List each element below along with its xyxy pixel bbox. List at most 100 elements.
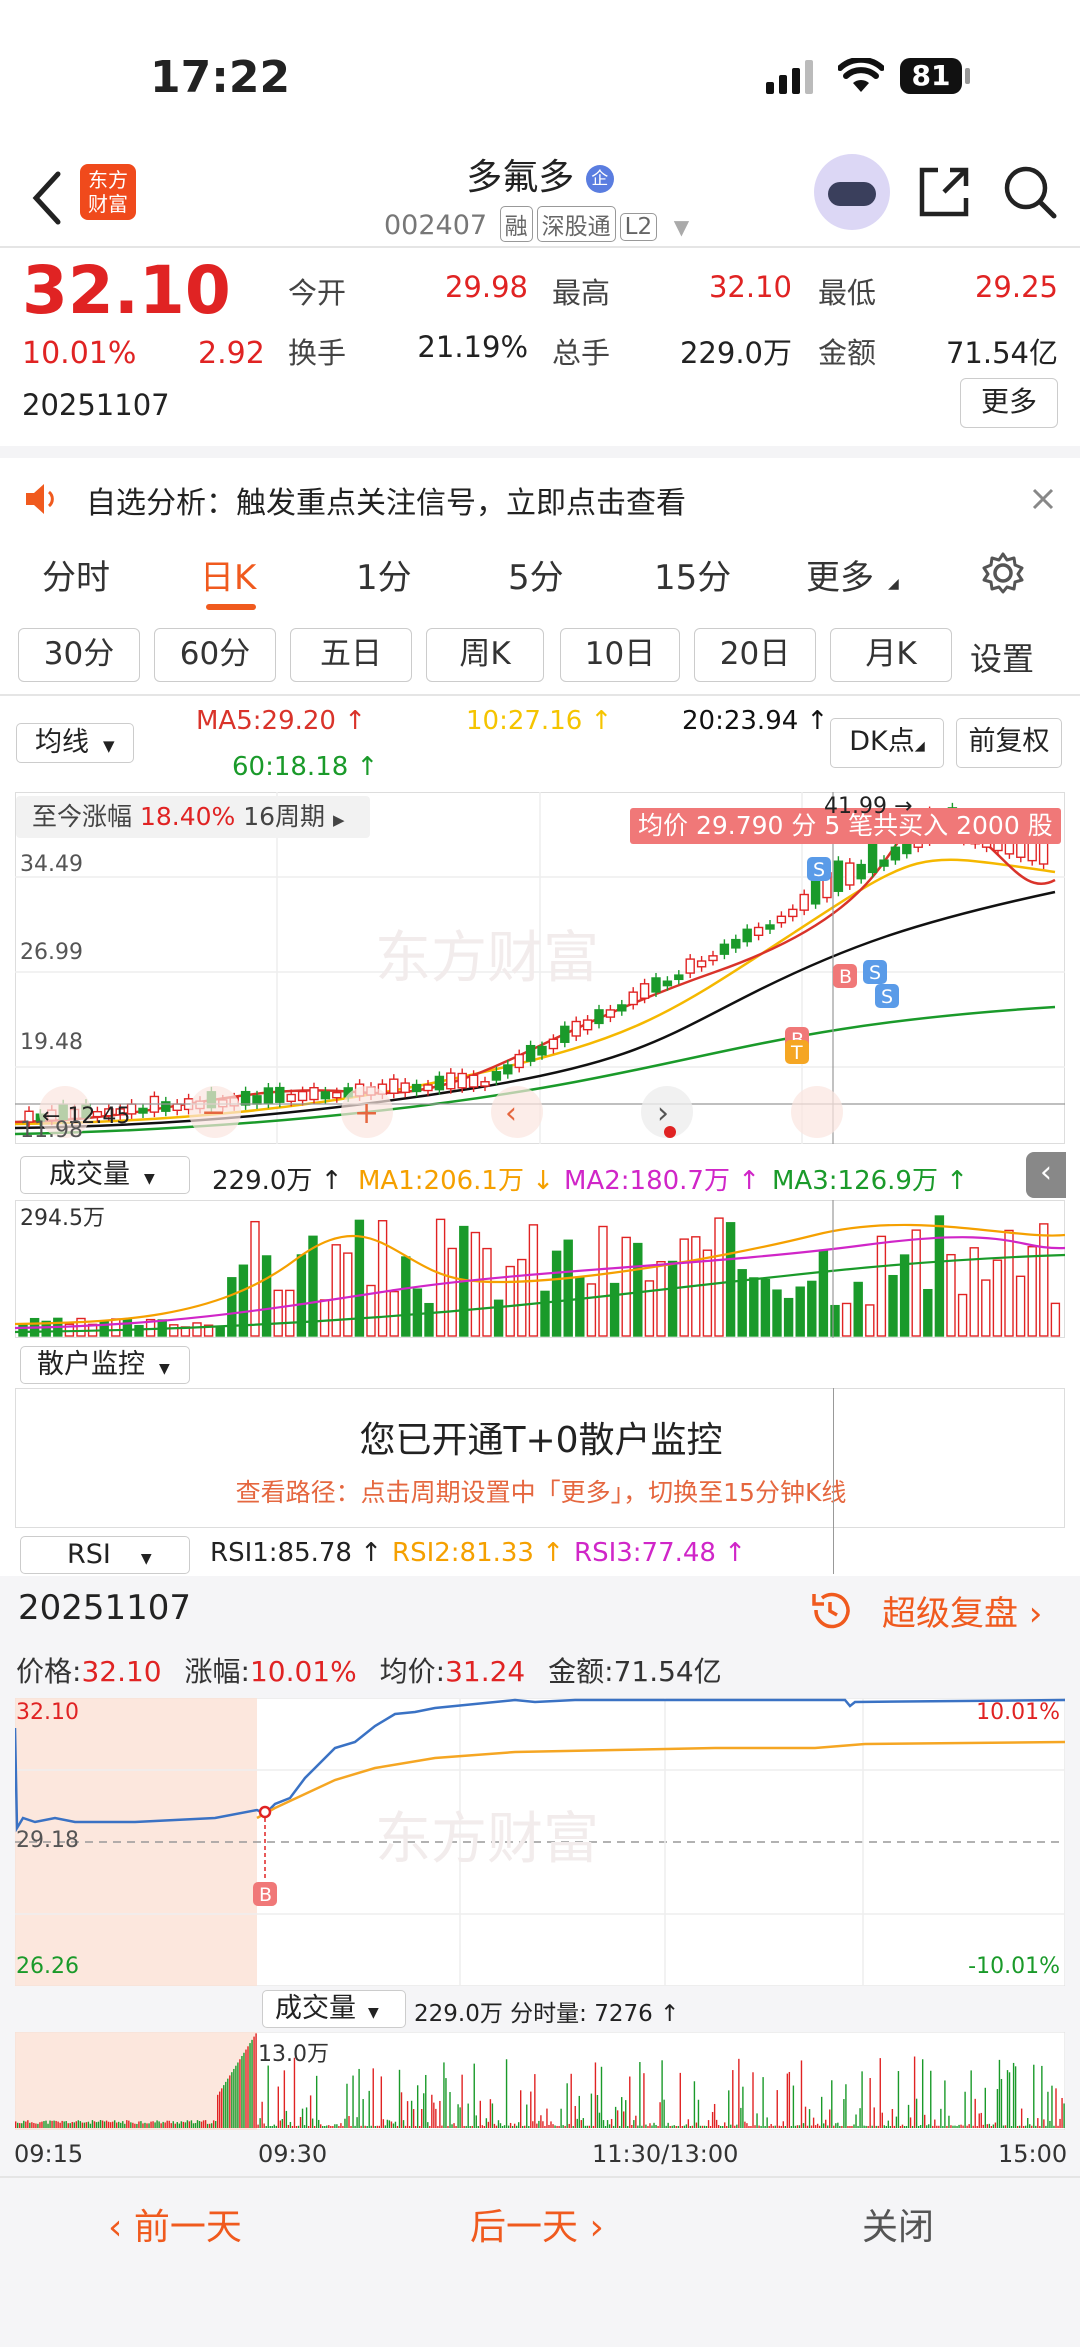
intraday-volume-bar [1006,2070,1009,2128]
side-collapse-button[interactable]: ‹ [1026,1152,1066,1198]
intraday-volume-bar [673,2125,675,2128]
subtab-60min[interactable]: 60分 [154,628,276,682]
price-change: 2.92 [198,336,265,371]
candle-body [742,928,752,943]
ma-select-caret-icon: ▼ [103,737,115,755]
intraday-volume-bar [503,2125,506,2128]
intraday-volume-bar [263,2123,265,2128]
intraday-volume-bar [956,2125,958,2128]
intraday-tick-label: 分时量: [510,2001,587,2027]
tab-15min[interactable]: 15分 [654,550,731,599]
search-icon[interactable] [1002,164,1058,220]
intraday-volume-bar [903,2125,906,2128]
intraday-volume-bar [178,2123,181,2128]
volume-bar [934,1215,945,1337]
intraday-volume-bar [419,2126,421,2128]
intraday-volume-bar [897,2071,900,2128]
intraday-volume-bar [984,2087,986,2128]
intraday-volume-bar [697,2099,700,2128]
intraday-volume-bar [869,2078,871,2128]
tab-daily-k[interactable]: 日K [200,550,256,599]
intraday-volume-bar [814,2125,817,2128]
share-icon[interactable] [916,164,972,220]
intraday-volume-bar [1008,2072,1011,2128]
intraday-volume-bar [683,2125,686,2128]
intraday-volume-bar [322,2126,324,2128]
rsi3-text: RSI3:77.48 [574,1538,716,1568]
tab-more[interactable]: 更多 [806,550,874,599]
intraday-volume-bar [200,2121,203,2128]
intraday-volume-bar [386,2119,389,2128]
rsi-select[interactable]: RSI ▼ [20,1536,190,1574]
subtab-5day[interactable]: 五日 [290,628,412,682]
gear-icon[interactable] [982,552,1024,594]
robot-avatar[interactable] [814,154,890,230]
intraday-volume-bar [487,2121,490,2128]
intraday-volume-select[interactable]: 成交量 ▼ [262,1990,406,2028]
vol-ma3: MA3:126.9万 ↑ [772,1166,969,1196]
intraday-volume-bar [87,2121,90,2128]
subtab-10day[interactable]: 10日 [560,628,680,682]
intraday-volume-bar [37,2123,39,2128]
alert-banner[interactable]: 自选分析：触发重点关注信号，立即点击查看 [0,446,1080,544]
intraday-chart[interactable]: 东方财富 B [15,1698,1065,1986]
intraday-volume-bar [942,2125,944,2128]
intraday-volume-bar [635,2115,637,2128]
subtab-settings[interactable]: 设置 [970,634,1034,680]
subtab-30min[interactable]: 30分 [18,628,140,682]
adjust-button[interactable]: 前复权 [956,718,1062,768]
next-day-button[interactable]: 后一天 › [470,2198,604,2250]
volume-bar [250,1220,260,1337]
time-label-midday: 11:30/13:00 [592,2140,739,2168]
super-replay-link[interactable]: 超级复盘 › [882,1586,1042,1635]
intraday-volume-bar [465,2125,467,2128]
intraday-volume-bar [915,2098,918,2128]
intraday-volume-bar [93,2121,96,2128]
close-icon[interactable] [1032,488,1054,510]
intraday-volume-bar [588,2125,591,2128]
retail-select[interactable]: 散户监控 ▼ [20,1346,190,1384]
ma10-value: 10:27.16 ↑ [466,706,613,736]
tab-timeshare[interactable]: 分时 [42,550,110,599]
more-button[interactable]: 更多 [960,378,1058,428]
candle-body [457,1072,467,1089]
candle-body [480,1081,490,1087]
close-button[interactable]: 关闭 [862,2198,934,2250]
tab-5min[interactable]: 5分 [508,550,564,599]
intraday-volume-bar [580,2120,582,2128]
intraday-volume-bar [366,2125,368,2128]
intraday-volume-bar [330,2125,332,2128]
intraday-volume-bar [629,2076,631,2128]
dk-point-button[interactable]: DK点◢ [830,718,944,768]
replay-avg-label: 均价: [379,1655,446,1688]
range-change[interactable]: 至今涨幅 18.40% 16周期 ▶ [16,796,370,838]
volume-bar [621,1236,631,1337]
intraday-volume-bar [49,2120,51,2128]
stock-code-row[interactable]: 002407 融深股通 L2 ▼ [384,206,689,242]
intraday-volume-bar [164,2122,166,2128]
intraday-volume-bar [332,2125,334,2128]
history-icon[interactable] [808,1588,852,1632]
intraday-volume-bar [863,2125,865,2128]
intraday-volume-bar [802,2123,805,2128]
nav-right-glyph: › [657,1096,669,1131]
intraday-volume-bar [65,2121,67,2128]
intraday-volume-bar [1047,2091,1049,2128]
prev-day-button[interactable]: ‹ 前一天 [108,2198,242,2250]
intraday-volume-bar [907,2104,910,2128]
fullscreen-icon[interactable] [791,1086,843,1138]
kline-chart[interactable]: 东方财富 S B B S S T − + ‹ › [15,792,1065,1144]
subtab-weekly[interactable]: 周K [426,628,544,682]
vol-ma2: MA2:180.7万 ↑ [564,1166,761,1196]
volume-select[interactable]: 成交量 ▼ [20,1156,190,1194]
nav-left-icon[interactable] [491,1086,543,1138]
intraday-volume-chart [15,2032,1065,2130]
tab-1min[interactable]: 1分 [356,550,412,599]
subtab-monthly[interactable]: 月K [830,628,952,682]
intraday-volume-bar [275,2125,277,2128]
intraday-volume-bar [982,2124,984,2128]
intraday-volume-bar [190,2120,193,2128]
subtab-20day[interactable]: 20日 [694,628,816,682]
ma-select[interactable]: 均线 ▼ [16,723,134,763]
intraday-volume-bar [25,2121,27,2128]
